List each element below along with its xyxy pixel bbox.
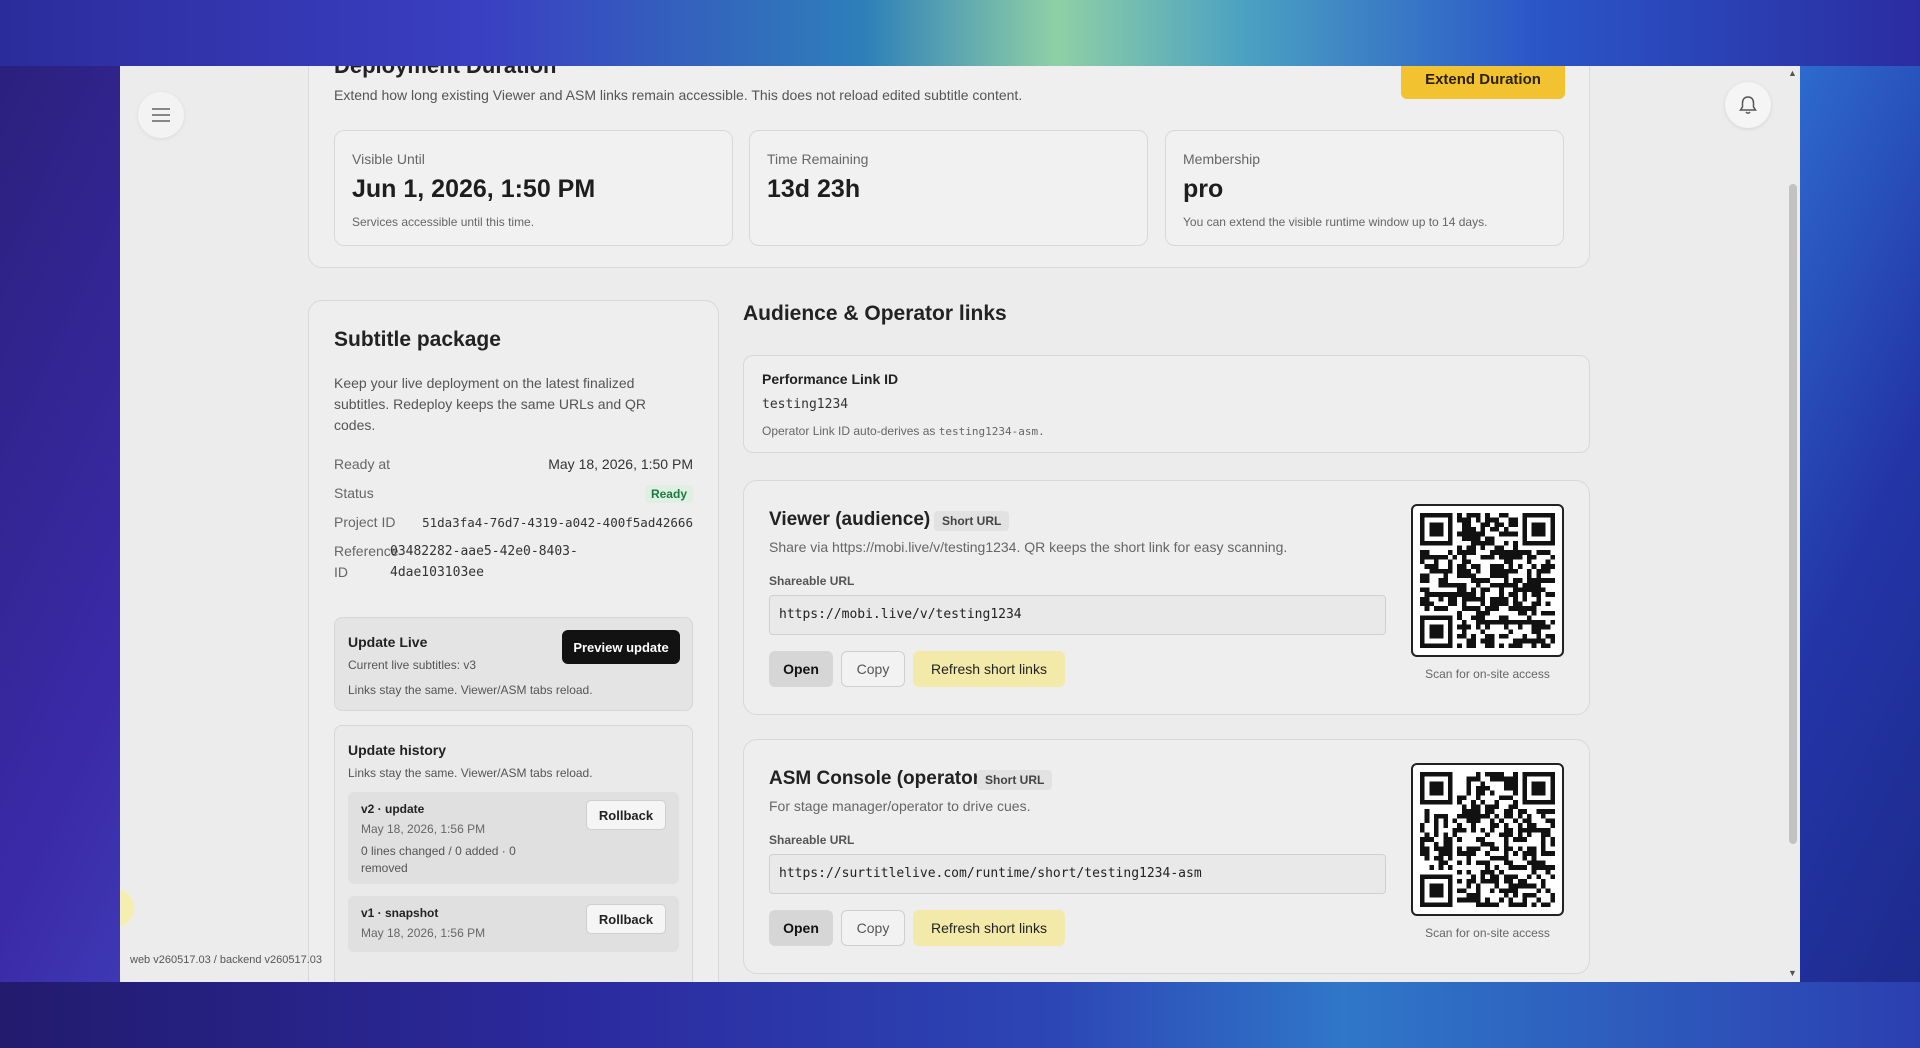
subtitle-package-title: Subtitle package xyxy=(334,328,501,351)
shareable-url-label: Shareable URL xyxy=(769,833,855,847)
stat-note: You can extend the visible runtime windo… xyxy=(1183,215,1488,229)
viewer-copy-button[interactable]: Copy xyxy=(841,651,905,687)
shareable-url-label: Shareable URL xyxy=(769,574,855,588)
project-id-label: Project ID xyxy=(334,514,396,530)
asm-copy-button[interactable]: Copy xyxy=(841,910,905,946)
stat-label: Membership xyxy=(1183,151,1261,167)
subtitle-package-description: Keep your live deployment on the latest … xyxy=(334,375,647,433)
update-live-panel: Update Live Current live subtitles: v3 L… xyxy=(334,617,693,711)
stat-note: Services accessible until this time. xyxy=(352,215,535,229)
history-item-date: May 18, 2026, 1:56 PM xyxy=(361,926,486,940)
bell-icon xyxy=(1739,96,1757,114)
asm-qr-code xyxy=(1411,763,1564,916)
deployment-duration-card: Deployment Duration Extend how long exis… xyxy=(308,66,1590,268)
ready-at-value: May 18, 2026, 1:50 PM xyxy=(548,456,693,472)
viewer-link-card: Viewer (audience) Short URL Share via ht… xyxy=(743,480,1590,715)
rollback-button[interactable]: Rollback xyxy=(586,800,666,830)
viewer-open-button[interactable]: Open xyxy=(769,651,833,687)
asm-url-field[interactable]: https://surtitlelive.com/runtime/short/t… xyxy=(769,854,1386,894)
reference-id-label: Reference xyxy=(334,543,399,559)
stat-value: Jun 1, 2026, 1:50 PM xyxy=(352,175,596,203)
scrollbar-thumb[interactable] xyxy=(1789,184,1797,844)
qr-code-icon xyxy=(1420,513,1555,648)
stat-label: Visible Until xyxy=(352,151,425,167)
hamburger-menu-icon xyxy=(152,108,170,122)
rollback-button[interactable]: Rollback xyxy=(586,904,666,934)
stat-time-remaining: Time Remaining 13d 23h xyxy=(749,130,1148,246)
current-live-version: Current live subtitles: v3 xyxy=(348,658,477,672)
scroll-up-arrow[interactable]: ▲ xyxy=(1788,68,1797,78)
viewer-qr-code xyxy=(1411,504,1564,657)
operator-link-note: Operator Link ID auto-derives as testing… xyxy=(762,424,1045,438)
stat-value: pro xyxy=(1183,175,1224,203)
stat-value: 13d 23h xyxy=(767,175,861,203)
status-label: Status xyxy=(334,485,374,501)
scroll-down-arrow[interactable]: ▼ xyxy=(1788,968,1797,978)
update-live-note: Links stay the same. Viewer/ASM tabs rel… xyxy=(348,683,593,697)
short-url-badge: Short URL xyxy=(934,511,1010,531)
stat-visible-until: Visible Until Jun 1, 2026, 1:50 PM Servi… xyxy=(334,130,733,246)
stat-label: Time Remaining xyxy=(767,151,869,167)
viewer-url-field[interactable]: https://mobi.live/v/testing1234 xyxy=(769,595,1386,635)
links-section-title: Audience & Operator links xyxy=(743,302,1007,325)
asm-qr-caption: Scan for on-site access xyxy=(1425,926,1550,940)
ready-at-label: Ready at xyxy=(334,456,391,472)
history-item-date: May 18, 2026, 1:56 PM xyxy=(361,822,486,836)
viewer-refresh-short-links-button[interactable]: Refresh short links xyxy=(913,651,1065,687)
viewer-qr-caption: Scan for on-site access xyxy=(1425,667,1550,681)
performance-link-label: Performance Link ID xyxy=(762,371,899,387)
asm-description: For stage manager/operator to drive cues… xyxy=(769,798,1031,814)
project-id-value: 51da3fa4-76d7-4319-a042-400f5ad42666 xyxy=(422,515,693,530)
feedback-tab[interactable] xyxy=(120,888,134,928)
desktop-wallpaper-bottom xyxy=(0,982,1920,1048)
stat-membership: Membership pro You can extend the visibl… xyxy=(1165,130,1564,246)
browser-window: Deployment Duration Extend how long exis… xyxy=(120,66,1800,982)
deployment-duration-title: Deployment Duration xyxy=(334,66,556,79)
extend-duration-button[interactable]: Extend Duration xyxy=(1401,66,1565,99)
update-history-note: Links stay the same. Viewer/ASM tabs rel… xyxy=(348,766,593,780)
update-history-panel: Update history Links stay the same. View… xyxy=(334,725,693,982)
reference-id-value-2: 4dae103103ee xyxy=(390,565,484,580)
viewer-description: Share via https://mobi.live/v/testing123… xyxy=(769,539,1288,555)
preview-update-button[interactable]: Preview update xyxy=(562,630,680,664)
notifications-button[interactable] xyxy=(1725,82,1771,128)
update-live-title: Update Live xyxy=(348,634,428,650)
performance-link-card: Performance Link ID testing1234 Operator… xyxy=(743,355,1590,453)
reference-id-value: 03482282-aae5-42e0-8403- xyxy=(390,544,578,559)
operator-link-note-text: Operator Link ID auto-derives as xyxy=(762,424,936,438)
asm-refresh-short-links-button[interactable]: Refresh short links xyxy=(913,910,1065,946)
asm-open-button[interactable]: Open xyxy=(769,910,833,946)
desktop-wallpaper-top xyxy=(0,0,1920,66)
history-item-name: v1 · snapshot xyxy=(361,906,439,920)
history-item-name: v2 · update xyxy=(361,802,425,816)
history-item: v1 · snapshot May 18, 2026, 1:56 PM Roll… xyxy=(348,896,679,952)
update-history-title: Update history xyxy=(348,742,447,758)
history-item: v2 · update May 18, 2026, 1:56 PM 0 line… xyxy=(348,792,679,884)
performance-link-value: testing1234 xyxy=(762,397,849,412)
qr-code-icon xyxy=(1420,772,1555,907)
asm-link-card: ASM Console (operator) Short URL For sta… xyxy=(743,739,1590,974)
version-label: web v260517.03 / backend v260517.03 xyxy=(130,954,323,966)
subtitle-package-card: Subtitle package Keep your live deployme… xyxy=(308,300,719,982)
reference-id-label-2: ID xyxy=(334,564,348,580)
viewer-title: Viewer (audience) xyxy=(769,509,931,530)
short-url-badge: Short URL xyxy=(977,770,1053,790)
operator-link-derived-id: testing1234-asm. xyxy=(938,425,1045,438)
asm-title: ASM Console (operator) xyxy=(769,768,987,789)
history-item-changes: 0 lines changed / 0 added · 0 removed xyxy=(361,844,516,875)
status-badge: Ready xyxy=(644,485,693,503)
deployment-duration-subtitle: Extend how long existing Viewer and ASM … xyxy=(334,87,1023,103)
menu-button[interactable] xyxy=(138,92,184,138)
